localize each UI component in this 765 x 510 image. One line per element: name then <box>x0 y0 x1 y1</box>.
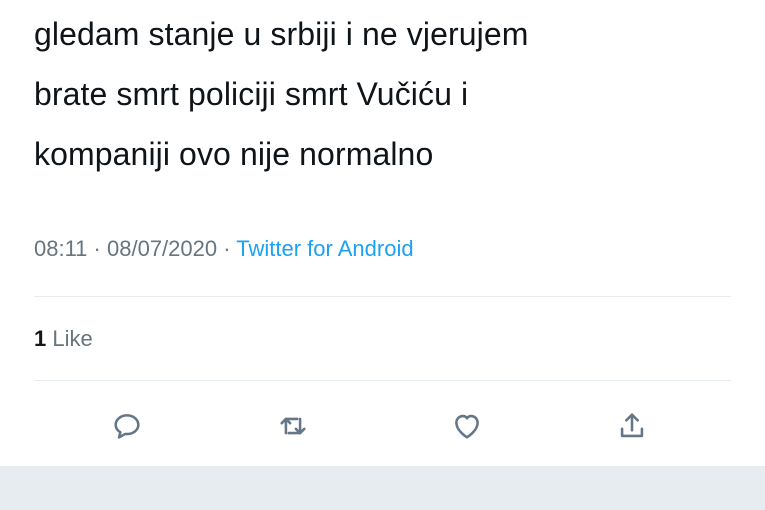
share-icon <box>620 413 644 438</box>
tweet-source-link[interactable]: Twitter for Android <box>236 236 413 261</box>
tweet-time[interactable]: 08:11 <box>34 236 87 261</box>
meta-separator: · <box>93 236 101 261</box>
tweet-text-line: gledam stanje u srbiji i ne vjerujem <box>34 16 529 52</box>
tweet-card: gledam stanje u srbiji i ne vjerujem bra… <box>0 0 765 466</box>
tweet-meta: 08:11 · 08/07/2020 · Twitter for Android <box>34 236 414 262</box>
meta-separator: · <box>223 236 231 261</box>
divider <box>34 296 731 297</box>
likes-stat[interactable]: 1 Like <box>34 326 93 352</box>
like-count: 1 <box>34 326 47 351</box>
tweet-text-line: brate smrt policiji smrt Vučiću i <box>34 76 469 112</box>
tweet-text: gledam stanje u srbiji i ne vjerujem bra… <box>34 4 734 184</box>
retweet-button[interactable] <box>271 404 315 448</box>
tweet-text-line: kompaniji ovo nije normalno <box>34 136 434 172</box>
reply-icon <box>114 414 140 439</box>
bottom-bar <box>0 466 765 510</box>
divider <box>34 380 731 381</box>
heart-icon <box>455 414 479 439</box>
reply-button[interactable] <box>105 404 149 448</box>
like-button[interactable] <box>445 404 489 448</box>
tweet-date[interactable]: 08/07/2020 <box>107 236 217 261</box>
retweet-icon <box>280 417 306 435</box>
tweet-actions <box>0 404 765 448</box>
share-button[interactable] <box>610 404 654 448</box>
like-label: Like <box>52 326 93 351</box>
